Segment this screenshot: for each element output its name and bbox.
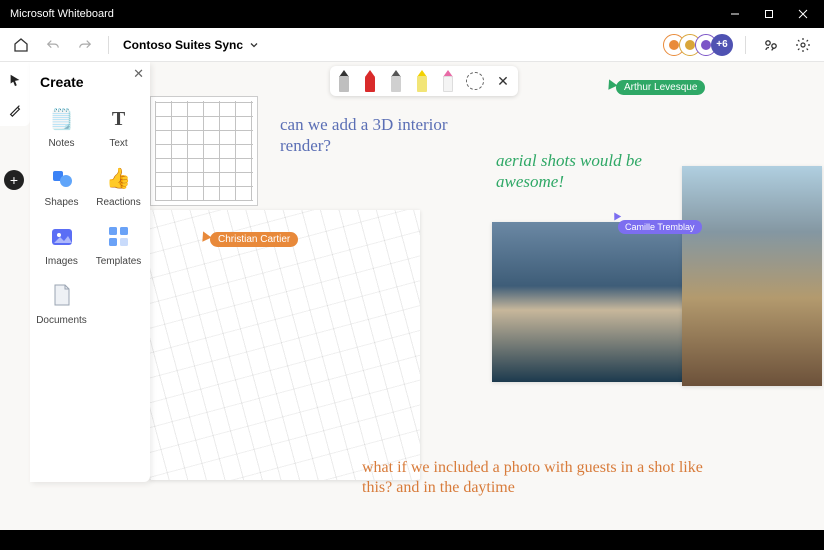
add-button[interactable]: +	[4, 170, 24, 190]
minimize-button[interactable]	[718, 0, 752, 28]
home-button[interactable]	[8, 32, 34, 58]
window-bottom-border	[0, 530, 824, 550]
maximize-button[interactable]	[752, 0, 786, 28]
tool-label: Text	[109, 138, 127, 149]
share-button[interactable]	[758, 32, 784, 58]
divider	[108, 36, 109, 54]
tool-images[interactable]: Images	[34, 216, 89, 273]
ink-note-orange[interactable]: what if we included a photo with guests …	[362, 458, 722, 498]
canvas-image-sketch[interactable]	[150, 210, 420, 480]
window-buttons	[718, 0, 820, 28]
divider	[745, 36, 746, 54]
settings-button[interactable]	[790, 32, 816, 58]
app-title: Microsoft Whiteboard	[10, 8, 114, 20]
tool-shapes[interactable]: Shapes	[34, 157, 89, 214]
redo-button[interactable]	[72, 32, 98, 58]
tool-label: Reactions	[96, 197, 140, 208]
pen-highlighter-yellow[interactable]	[414, 70, 430, 92]
undo-button[interactable]	[40, 32, 66, 58]
notes-icon: 🗒️	[47, 104, 77, 134]
canvas-image-floorplan[interactable]	[150, 96, 258, 206]
canvas-image-photo-lobby[interactable]	[682, 166, 822, 386]
shapes-icon	[47, 163, 77, 193]
text-icon: T	[104, 104, 134, 134]
ink-mode-button[interactable]	[3, 98, 27, 122]
images-icon	[47, 222, 77, 252]
create-panel-title: Create	[34, 68, 146, 98]
tool-text[interactable]: T Text	[91, 98, 146, 155]
pen-black[interactable]	[336, 70, 352, 92]
create-panel: ✕ Create 🗒️ Notes T Text Shapes 👍 Reactions…	[30, 62, 150, 482]
reactions-icon: 👍	[104, 163, 134, 193]
presence-avatars[interactable]: +6	[663, 34, 733, 56]
ink-toolbar: ✕	[330, 66, 518, 96]
board-name-dropdown[interactable]: Contoso Suites Sync	[119, 38, 263, 52]
tool-label: Documents	[36, 315, 87, 326]
tool-label: Shapes	[45, 197, 79, 208]
canvas-image-photo-house[interactable]	[492, 222, 684, 382]
tool-documents[interactable]: Documents	[34, 275, 89, 332]
close-button[interactable]	[786, 0, 820, 28]
lasso-select-button[interactable]	[466, 72, 484, 90]
remote-cursor-arthur: Arthur Levesque	[606, 80, 705, 95]
pen-eraser[interactable]	[440, 70, 456, 92]
command-bar: Contoso Suites Sync +6	[0, 28, 824, 62]
chevron-down-icon	[249, 40, 259, 50]
mode-strip	[0, 62, 30, 126]
cursor-label: Christian Cartier	[210, 232, 298, 247]
window-titlebar: Microsoft Whiteboard	[0, 0, 824, 28]
documents-icon	[47, 281, 77, 311]
ink-close-button[interactable]: ✕	[494, 72, 512, 90]
board-name-label: Contoso Suites Sync	[123, 38, 243, 52]
close-panel-button[interactable]: ✕	[133, 66, 144, 82]
avatar-overflow-label: +6	[716, 39, 727, 50]
ink-note-green[interactable]: aerial shots would be awesome!	[496, 150, 696, 193]
tool-notes[interactable]: 🗒️ Notes	[34, 98, 89, 155]
tool-templates[interactable]: Templates	[91, 216, 146, 273]
tool-label: Templates	[96, 256, 142, 267]
ink-note-blue[interactable]: can we add a 3D interior render?	[280, 114, 460, 157]
select-mode-button[interactable]	[3, 68, 27, 92]
avatar-overflow[interactable]: +6	[711, 34, 733, 56]
cursor-label: Camille Tremblay	[625, 222, 695, 232]
pen-red[interactable]	[362, 70, 378, 92]
tool-reactions[interactable]: 👍 Reactions	[91, 157, 146, 214]
templates-icon	[104, 222, 134, 252]
cursor-label: Arthur Levesque	[616, 80, 705, 95]
whiteboard-canvas[interactable]: + ✕ Create 🗒️ Notes T Text Shapes 👍 Reactio…	[0, 62, 824, 530]
pen-pencil[interactable]	[388, 70, 404, 92]
remote-cursor-christian: Christian Cartier	[200, 232, 298, 247]
tool-label: Images	[45, 256, 78, 267]
tool-label: Notes	[48, 138, 74, 149]
remote-cursor-camille: Camille Tremblay	[618, 220, 702, 234]
